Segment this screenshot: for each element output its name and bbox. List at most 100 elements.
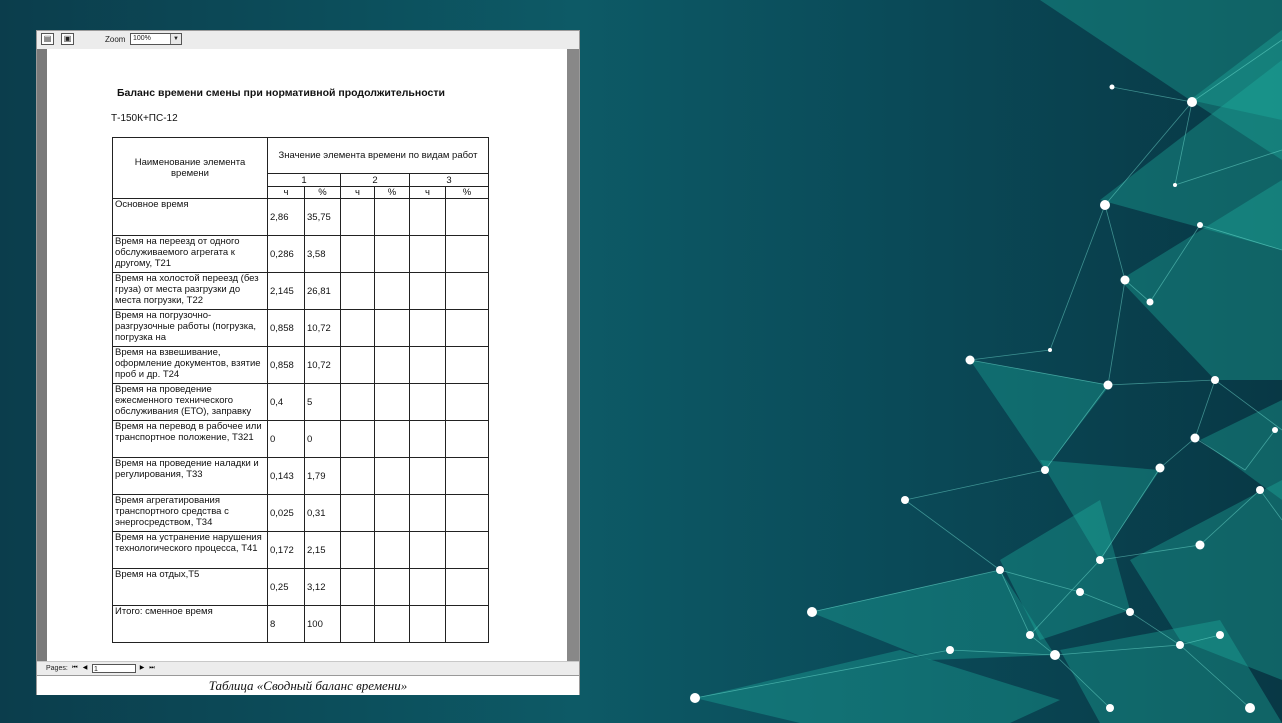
group-header-3: 3 xyxy=(409,173,489,187)
row-name-cell: Время на погрузочно-разгрузочные работы … xyxy=(112,309,268,347)
empty-value-cell xyxy=(409,420,446,458)
previous-page-icon[interactable]: ◀ xyxy=(81,664,89,673)
zoom-select[interactable]: 100% ▼ xyxy=(130,33,182,45)
percent-cell: 1,79 xyxy=(304,457,341,495)
empty-value-cell xyxy=(340,568,375,606)
last-page-icon[interactable]: ⏭ xyxy=(148,664,156,673)
empty-value-cell xyxy=(374,198,410,236)
row-name-cell: Время на взвешивание, оформление докумен… xyxy=(112,346,268,384)
row-name-cell: Итого: сменное время xyxy=(112,605,268,643)
hours-cell: 2,145 xyxy=(267,272,305,310)
group-header-2: 2 xyxy=(340,173,410,187)
empty-value-cell xyxy=(340,198,375,236)
empty-value-cell xyxy=(445,309,489,347)
page-number-input[interactable]: 1 xyxy=(92,664,136,673)
row-name-cell: Основное время xyxy=(112,198,268,236)
empty-value-cell xyxy=(374,568,410,606)
empty-value-cell xyxy=(340,494,375,532)
empty-value-cell xyxy=(409,494,446,532)
table-row: Время на холостой переезд (без груза) от… xyxy=(112,272,489,310)
empty-value-cell xyxy=(340,309,375,347)
pager-bar: Pages: ⏮ ◀ 1 ▶ ⏭ xyxy=(37,661,579,676)
empty-value-cell xyxy=(374,309,410,347)
empty-value-cell xyxy=(374,457,410,495)
export-icon[interactable]: ▣ xyxy=(61,33,74,45)
table-row: Время на взвешивание, оформление докумен… xyxy=(112,346,489,384)
percent-cell: 3,58 xyxy=(304,235,341,273)
empty-value-cell xyxy=(409,272,446,310)
header-element-name: Наименование элемента времени xyxy=(112,137,268,199)
empty-value-cell xyxy=(445,272,489,310)
report-subtitle: Т-150К+ПС-12 xyxy=(111,113,178,124)
empty-value-cell xyxy=(445,605,489,643)
empty-value-cell xyxy=(409,346,446,384)
table-row: Время на проведение наладки и регулирова… xyxy=(112,457,489,495)
document-area[interactable]: Баланс времени смены при нормативной про… xyxy=(37,49,579,661)
row-name-cell: Время на перевод в рабочее или транспорт… xyxy=(112,420,268,458)
empty-value-cell xyxy=(409,235,446,273)
time-balance-table: Наименование элемента времени Значение э… xyxy=(112,137,489,643)
table-row: Время на отдых,Т5 0,25 3,12 xyxy=(112,568,489,606)
hours-cell: 8 xyxy=(267,605,305,643)
header-element-values: Значение элемента времени по видам работ xyxy=(267,137,489,174)
empty-value-cell xyxy=(445,346,489,384)
empty-value-cell xyxy=(374,346,410,384)
hours-cell: 0,858 xyxy=(267,309,305,347)
percent-cell: 2,15 xyxy=(304,531,341,569)
report-viewer-window: ▤ ▣ Zoom 100% ▼ Баланс времени смены при… xyxy=(36,30,580,695)
hours-cell: 2,86 xyxy=(267,198,305,236)
empty-value-cell xyxy=(374,420,410,458)
empty-value-cell xyxy=(445,531,489,569)
empty-value-cell xyxy=(445,457,489,495)
table-row: Итого: сменное время 8 100 xyxy=(112,605,489,643)
empty-value-cell xyxy=(409,309,446,347)
table-row: Время агрегатирования транспортного сред… xyxy=(112,494,489,532)
percent-cell: 5 xyxy=(304,383,341,421)
percent-cell: 0 xyxy=(304,420,341,458)
percent-cell: 10,72 xyxy=(304,346,341,384)
empty-value-cell xyxy=(445,420,489,458)
hours-cell: 0,4 xyxy=(267,383,305,421)
empty-value-cell xyxy=(409,457,446,495)
empty-value-cell xyxy=(445,235,489,273)
report-page: Баланс времени смены при нормативной про… xyxy=(47,49,567,661)
empty-value-cell xyxy=(409,568,446,606)
unit-header: % xyxy=(374,186,410,199)
table-row: Время на погрузочно-разгрузочные работы … xyxy=(112,309,489,347)
vertical-scrollbar[interactable] xyxy=(567,49,579,661)
unit-header: ч xyxy=(340,186,375,199)
row-name-cell: Время на устранение нарушения технологич… xyxy=(112,531,268,569)
row-name-cell: Время на проведение ежесменного техничес… xyxy=(112,383,268,421)
unit-header: % xyxy=(445,186,489,199)
empty-value-cell xyxy=(445,494,489,532)
caption-bar: Таблица «Сводный баланс времени» xyxy=(37,675,579,695)
empty-value-cell xyxy=(409,383,446,421)
empty-value-cell xyxy=(340,420,375,458)
hours-cell: 0,286 xyxy=(267,235,305,273)
chevron-down-icon[interactable]: ▼ xyxy=(170,34,181,44)
zoom-label: Zoom xyxy=(105,35,126,44)
unit-header: ч xyxy=(409,186,446,199)
hours-cell: 0 xyxy=(267,420,305,458)
empty-value-cell xyxy=(340,605,375,643)
viewer-toolbar: ▤ ▣ Zoom 100% ▼ xyxy=(37,31,579,50)
unit-header: ч xyxy=(267,186,305,199)
table-row: Основное время 2,86 35,75 xyxy=(112,198,489,236)
empty-value-cell xyxy=(374,494,410,532)
empty-value-cell xyxy=(445,383,489,421)
empty-value-cell xyxy=(340,272,375,310)
next-page-icon[interactable]: ▶ xyxy=(138,664,146,673)
row-name-cell: Время на проведение наладки и регулирова… xyxy=(112,457,268,495)
table-caption: Таблица «Сводный баланс времени» xyxy=(208,678,408,693)
empty-value-cell xyxy=(445,198,489,236)
empty-value-cell xyxy=(374,531,410,569)
hours-cell: 0,143 xyxy=(267,457,305,495)
row-name-cell: Время на отдых,Т5 xyxy=(112,568,268,606)
print-icon[interactable]: ▤ xyxy=(41,33,54,45)
empty-value-cell xyxy=(409,605,446,643)
report-title: Баланс времени смены при нормативной про… xyxy=(117,87,445,99)
percent-cell: 35,75 xyxy=(304,198,341,236)
row-name-cell: Время на холостой переезд (без груза) от… xyxy=(112,272,268,310)
first-page-icon[interactable]: ⏮ xyxy=(71,664,79,673)
empty-value-cell xyxy=(445,568,489,606)
